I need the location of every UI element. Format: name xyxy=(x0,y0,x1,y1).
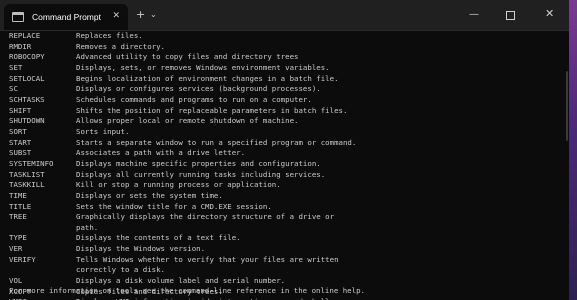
command-name: VERIFY xyxy=(9,254,36,264)
command-row: TASKLIST Displays all currently running t… xyxy=(9,170,356,181)
command-description: Displays or configures services (backgro… xyxy=(76,84,321,94)
command-row: VERIFY Tells Windows whether to verify th… xyxy=(9,255,356,266)
command-name: SETLOCAL xyxy=(9,73,45,83)
command-row: path. xyxy=(9,223,356,234)
command-description: Associates a path with a drive letter. xyxy=(76,148,246,158)
command-name: VER xyxy=(9,244,23,254)
command-name: ROBOCOPY xyxy=(9,52,45,62)
command-description: Begins localization of environment chang… xyxy=(76,73,339,83)
close-window-button[interactable]: ✕ xyxy=(545,8,554,20)
command-row: SETLOCAL Begins localization of environme… xyxy=(9,74,356,85)
command-name: START xyxy=(9,137,32,147)
command-row: TIME Displays or sets the system time. xyxy=(9,191,356,202)
command-row: TITLE Sets the window title for a CMD.EXE… xyxy=(9,202,356,213)
command-row: SHUTDOWN Allows proper local or remote sh… xyxy=(9,116,356,127)
command-description: Starts a separate window to run a specif… xyxy=(76,137,357,147)
command-row: SHIFT Shifts the position of replaceable … xyxy=(9,106,356,117)
command-description: correctly to a disk. xyxy=(76,265,165,275)
command-list: REPLACE Replaces files. RMDIR Removes a dir… xyxy=(9,31,356,300)
command-name: SHIFT xyxy=(9,105,32,115)
command-description: Sorts input. xyxy=(76,126,130,136)
command-name: TASKLIST xyxy=(9,169,45,179)
command-description: Replaces files. xyxy=(76,31,143,40)
tab-title: Command Prompt xyxy=(32,12,101,22)
new-tab-button[interactable]: + xyxy=(136,9,145,21)
command-description: Displays the Windows version. xyxy=(76,244,206,254)
command-row: SYSTEMINFO Displays machine specific prop… xyxy=(9,159,356,170)
title-bar[interactable]: Command Prompt ✕ + ⌄ — ✕ xyxy=(0,0,569,31)
command-name: TIME xyxy=(9,190,27,200)
command-row: TREE Graphically displays the directory s… xyxy=(9,212,356,223)
minimize-button[interactable]: — xyxy=(469,9,479,21)
tab-command-prompt[interactable]: Command Prompt ✕ xyxy=(4,4,128,30)
command-row: SET Displays, sets, or removes Windows en… xyxy=(9,63,356,74)
command-description: path. xyxy=(76,222,99,232)
help-footer-text: For more information on tools see the co… xyxy=(9,286,365,295)
command-name: REPLACE xyxy=(9,31,41,40)
command-row: SORT Sorts input. xyxy=(9,127,356,138)
command-description: Schedules commands and programs to run o… xyxy=(76,94,312,104)
command-name: TASKKILL xyxy=(9,180,45,190)
command-description: Displays machine specific properties and… xyxy=(76,158,321,168)
command-description: Tells Windows whether to verify that you… xyxy=(76,254,339,264)
command-row: ROBOCOPY Advanced utility to copy files a… xyxy=(9,52,356,63)
command-description: Displays or sets the system time. xyxy=(76,190,223,200)
close-tab-icon[interactable]: ✕ xyxy=(112,11,120,21)
command-name: SHUTDOWN xyxy=(9,116,45,126)
command-name: SUBST xyxy=(9,148,32,158)
command-row: START Starts a separate window to run a s… xyxy=(9,138,356,149)
command-description: Removes a directory. xyxy=(76,41,165,51)
command-description: Advanced utility to copy files and direc… xyxy=(76,52,299,62)
command-description: Kill or stop a running process or applic… xyxy=(76,180,281,190)
command-row: SUBST Associates a path with a drive lett… xyxy=(9,148,356,159)
command-description: Sets the window title for a CMD.EXE sess… xyxy=(76,201,272,211)
command-row: VER Displays the Windows version. xyxy=(9,244,356,255)
command-name: SCHTASKS xyxy=(9,94,45,104)
command-name: SORT xyxy=(9,126,27,136)
command-prompt-window: Command Prompt ✕ + ⌄ — ✕ REPLACE Replaces… xyxy=(0,0,577,300)
command-row: correctly to a disk. xyxy=(9,265,356,276)
scrollbar[interactable] xyxy=(566,71,568,141)
command-name xyxy=(9,223,76,234)
command-row: SC Displays or configures services (backg… xyxy=(9,84,356,95)
command-row: TYPE Displays the contents of a text file… xyxy=(9,233,356,244)
command-row: SCHTASKS Schedules commands and programs … xyxy=(9,95,356,106)
command-name: TYPE xyxy=(9,233,27,243)
command-row: REPLACE Replaces files. xyxy=(9,31,356,42)
command-name: RMDIR xyxy=(9,41,32,51)
chevron-down-icon[interactable]: ⌄ xyxy=(150,9,157,21)
command-name: SYSTEMINFO xyxy=(9,158,54,168)
command-description: Displays all currently running tasks inc… xyxy=(76,169,326,179)
command-description: Displays the contents of a text file. xyxy=(76,233,241,243)
command-description: Shifts the position of replaceable param… xyxy=(76,105,348,115)
command-description: Allows proper local or remote shutdown o… xyxy=(76,116,299,126)
command-description: Graphically displays the directory struc… xyxy=(76,212,335,222)
command-row: RMDIR Removes a directory. xyxy=(9,42,356,53)
desktop-background xyxy=(569,0,577,300)
command-name xyxy=(9,265,76,276)
terminal-output[interactable]: REPLACE Replaces files. RMDIR Removes a dir… xyxy=(0,31,569,300)
terminal-icon xyxy=(12,12,24,22)
command-description: Displays, sets, or removes Windows envir… xyxy=(76,62,330,72)
command-name: SC xyxy=(9,84,18,94)
command-name: SET xyxy=(9,62,23,72)
command-name: TREE xyxy=(9,212,27,222)
command-name: TITLE xyxy=(9,201,32,211)
maximize-button[interactable] xyxy=(506,11,515,20)
command-row: TASKKILL Kill or stop a running process o… xyxy=(9,180,356,191)
